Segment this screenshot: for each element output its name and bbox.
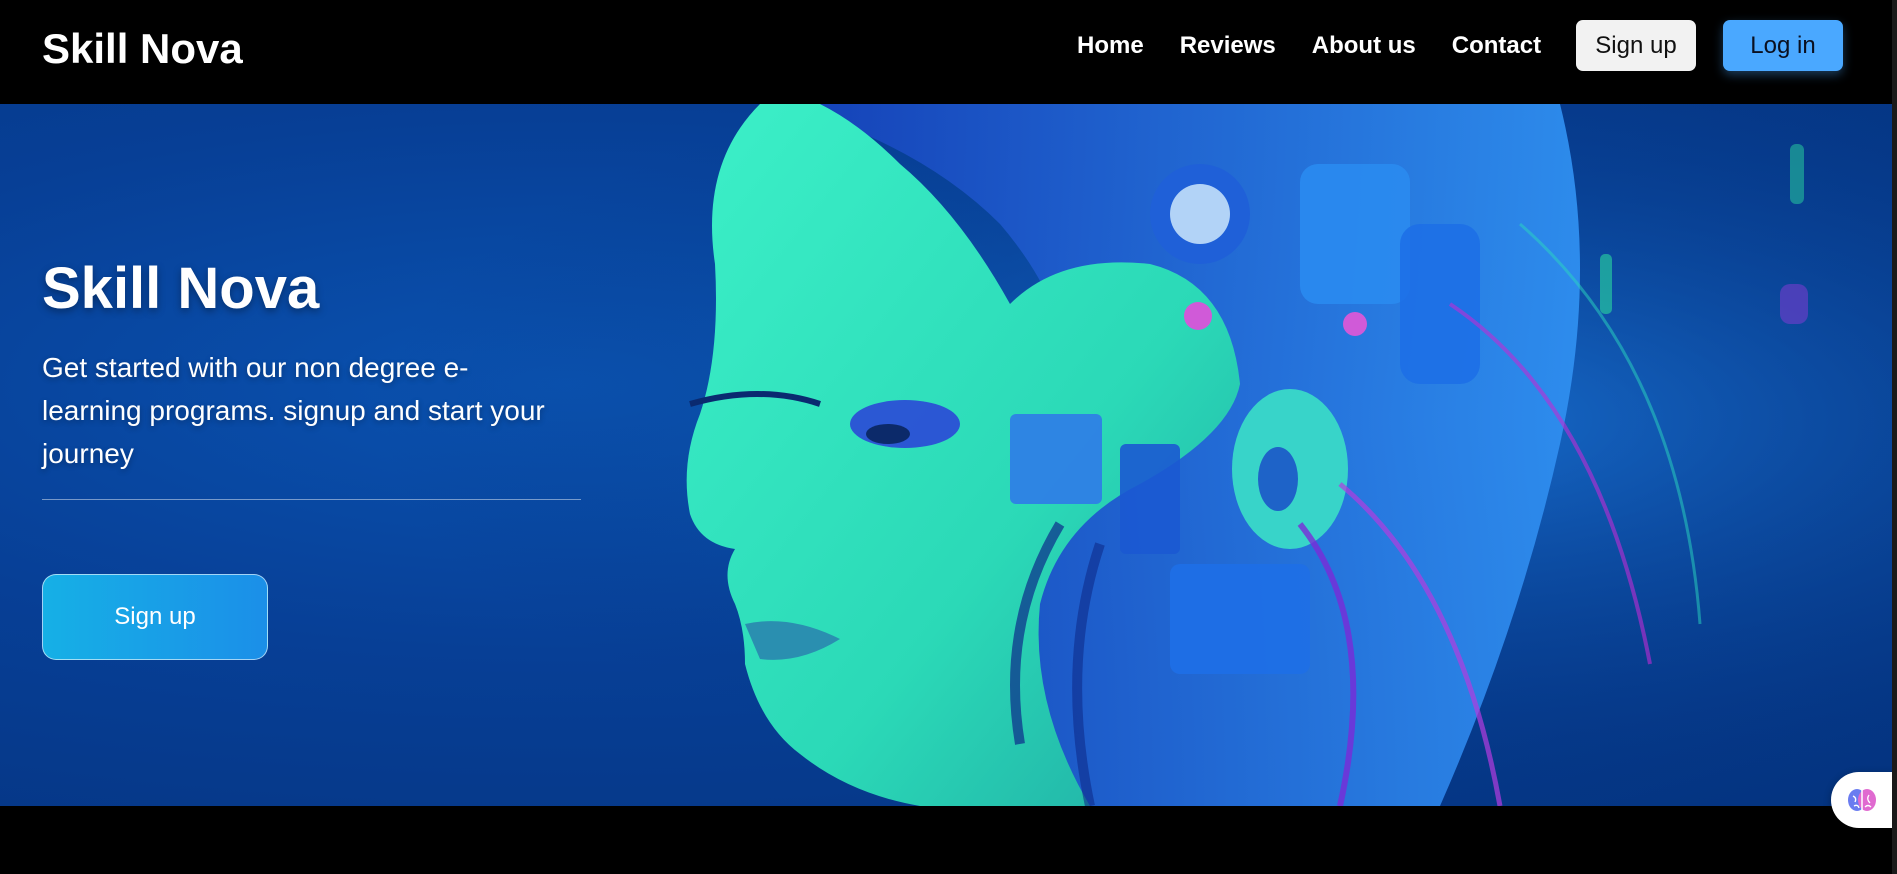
nav-link-about-us[interactable]: About us	[1312, 28, 1416, 64]
nav-link-reviews[interactable]: Reviews	[1180, 28, 1276, 64]
hero-signup-button[interactable]: Sign up	[42, 574, 268, 660]
scrollbar[interactable]	[1892, 0, 1897, 874]
bottom-bar	[0, 806, 1892, 874]
signup-button[interactable]: Sign up	[1576, 20, 1696, 71]
nav-links: Home Reviews About us Contact	[1077, 28, 1541, 64]
hero-title: Skill Nova	[42, 256, 320, 321]
top-navbar: Skill Nova Home Reviews About us Contact…	[0, 0, 1897, 104]
nav-link-contact[interactable]: Contact	[1452, 28, 1541, 64]
hero-divider	[42, 499, 581, 500]
login-button[interactable]: Log in	[1723, 20, 1843, 71]
nav-link-home[interactable]: Home	[1077, 28, 1144, 64]
brain-icon	[1848, 789, 1876, 811]
page: Skill Nova Home Reviews About us Contact…	[0, 0, 1897, 874]
hero-subtitle: Get started with our non degree e-learni…	[42, 352, 545, 469]
brand-logo[interactable]: Skill Nova	[42, 24, 243, 74]
hero-section: Skill Nova Get started with our non degr…	[0, 104, 1892, 806]
assistant-widget[interactable]	[1831, 772, 1893, 828]
